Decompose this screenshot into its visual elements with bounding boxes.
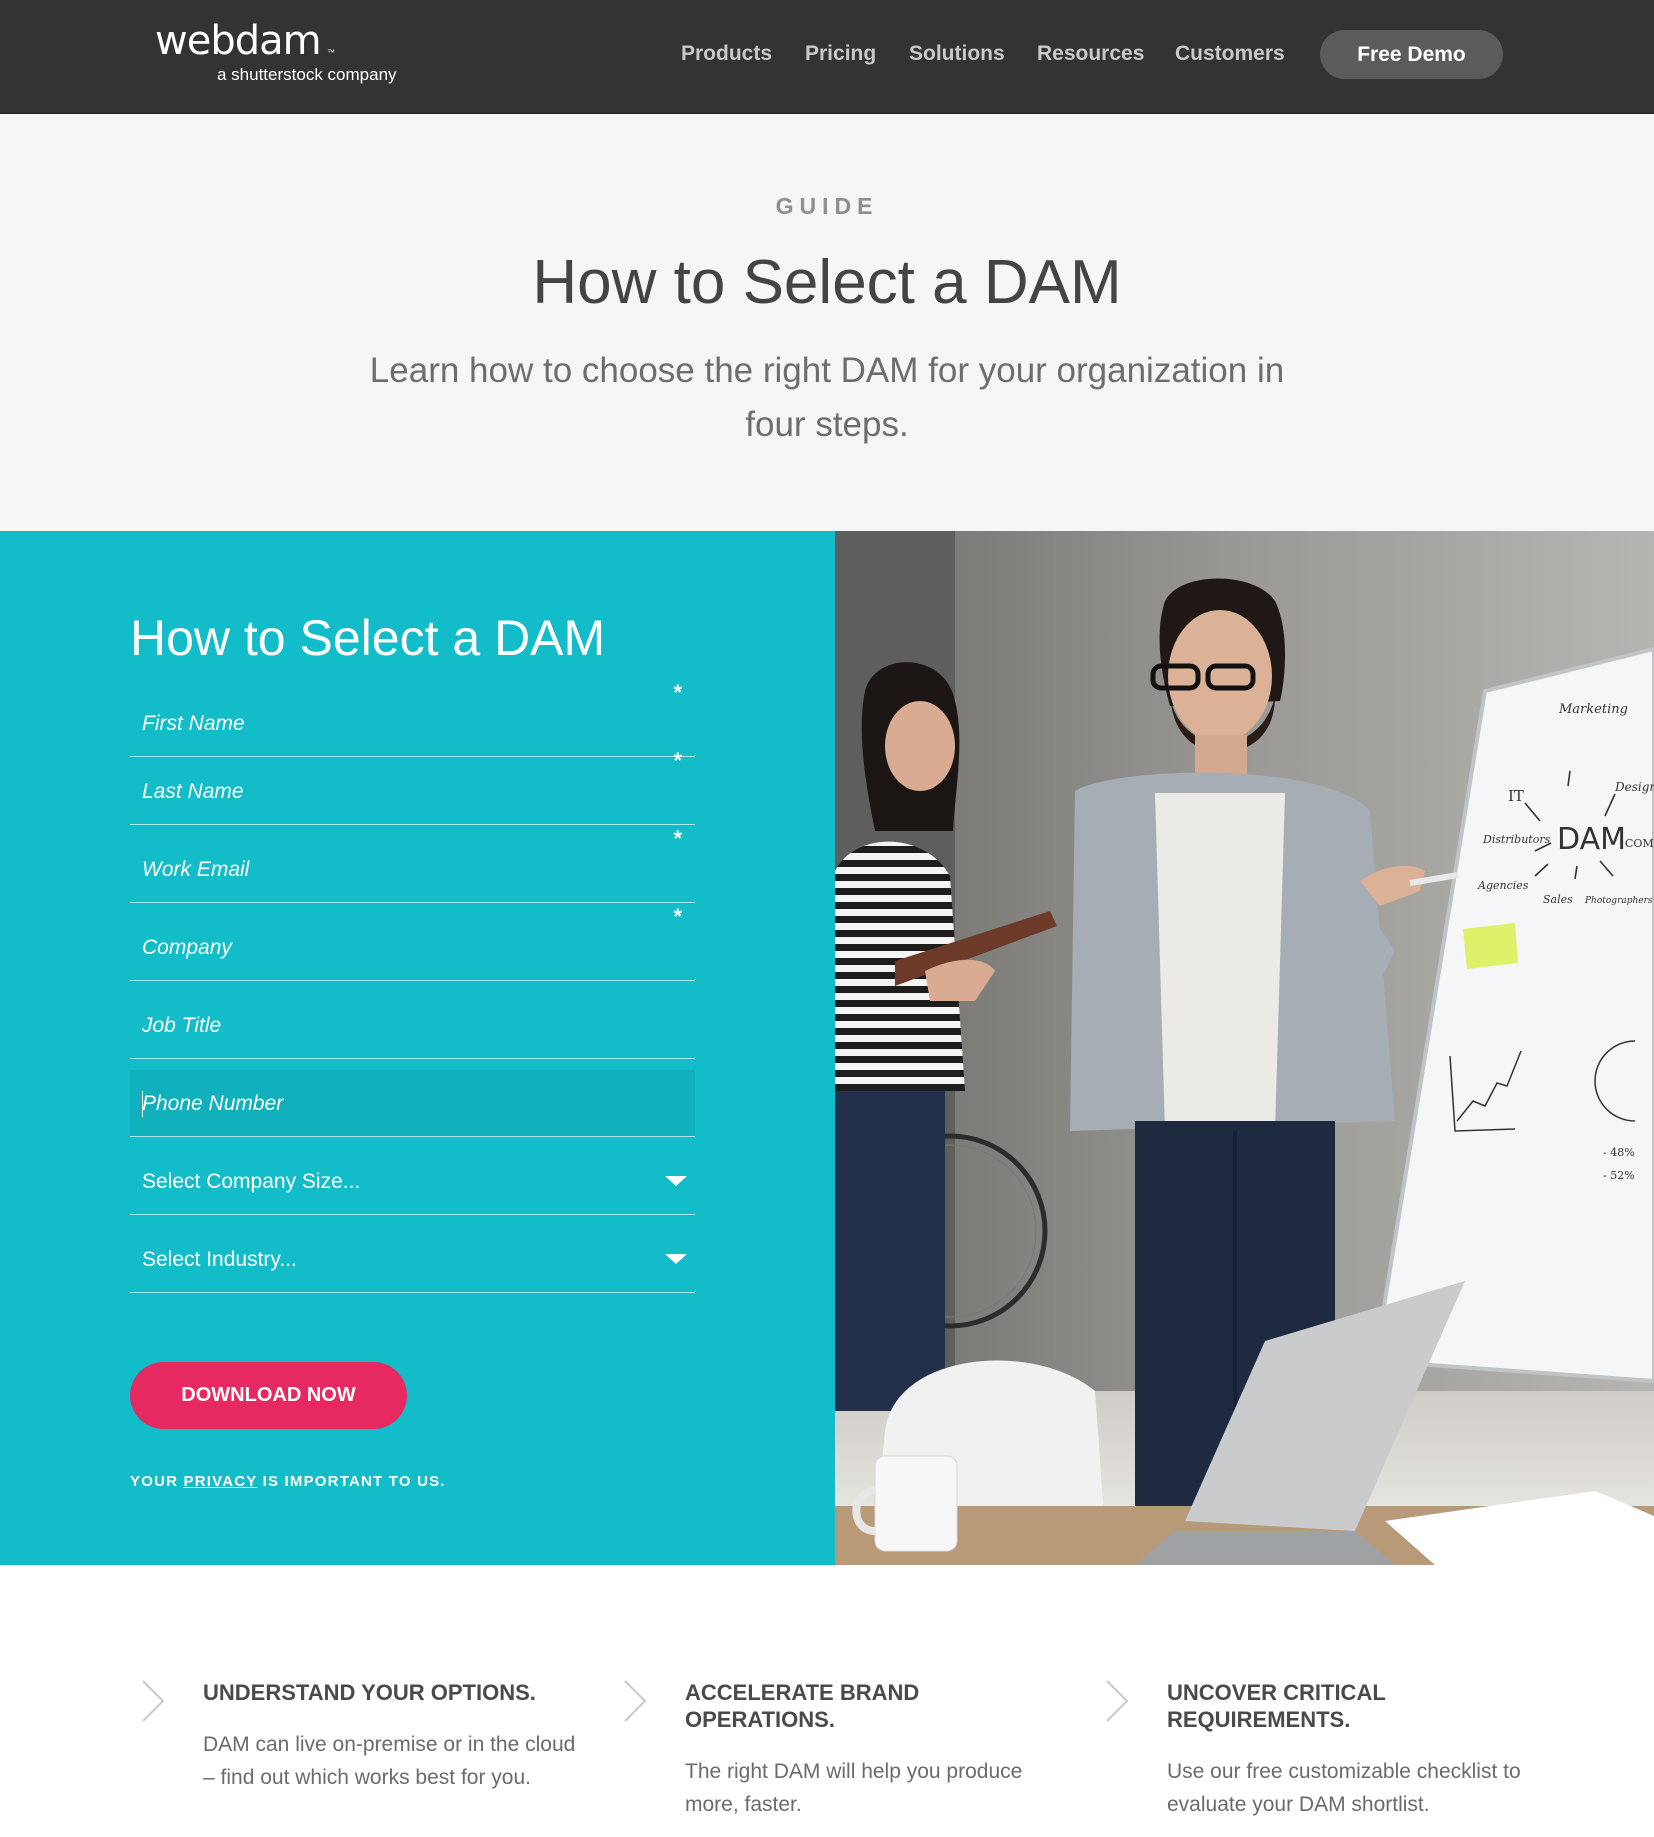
feature-body: Use our free customizable checklist to e… xyxy=(1167,1760,1521,1816)
logo-trademark: ™ xyxy=(327,48,335,57)
wb-it: IT xyxy=(1508,787,1524,805)
phone-number-field[interactable]: Phone Number xyxy=(130,1070,695,1137)
wb-sales: Sales xyxy=(1543,893,1573,906)
chevron-down-icon xyxy=(665,1254,687,1264)
wb-com: COM xyxy=(1625,837,1654,850)
nav-pricing[interactable]: Pricing xyxy=(805,42,876,66)
company-size-value: Select Company Size... xyxy=(142,1170,361,1193)
last-name-label: Last Name xyxy=(142,780,244,803)
required-marker: * xyxy=(673,680,682,705)
wb-num-52: - 52% xyxy=(1603,1169,1635,1182)
nav-solutions[interactable]: Solutions xyxy=(909,42,1005,66)
required-marker: * xyxy=(673,904,682,929)
features-section: UNDERSTAND YOUR OPTIONS. DAM can live on… xyxy=(0,1565,1654,1837)
feature-title: UNDERSTAND YOUR OPTIONS. xyxy=(203,1680,536,1705)
wb-agencies: Agencies xyxy=(1477,879,1529,892)
last-name-field[interactable]: Last Name * xyxy=(130,746,695,825)
industry-value: Select Industry... xyxy=(142,1248,297,1271)
first-name-label: First Name xyxy=(142,712,245,735)
wb-distributors: Distributors xyxy=(1482,833,1551,846)
feature-title: ACCELERATE BRAND OPERATIONS. xyxy=(685,1680,920,1732)
privacy-link[interactable]: PRIVACY xyxy=(184,1473,258,1490)
wb-photographers: Photographers xyxy=(1584,896,1653,906)
hero-subtitle: Learn how to choose the right DAM for yo… xyxy=(369,351,1285,444)
download-now-button[interactable]: DOWNLOAD NOW xyxy=(130,1362,407,1429)
wb-marketing: Marketing xyxy=(1558,702,1628,717)
nav-resources[interactable]: Resources xyxy=(1037,42,1144,66)
privacy-notice: YOUR PRIVACY IS IMPORTANT TO US. xyxy=(130,1473,446,1490)
industry-select[interactable]: Select Industry... xyxy=(130,1214,695,1293)
phone-number-label: Phone Number xyxy=(142,1092,284,1115)
hero-section: GUIDE How to Select a DAM Learn how to c… xyxy=(0,114,1654,531)
feature-body: DAM can live on-premise or in the cloud … xyxy=(203,1733,576,1789)
chevron-right-icon xyxy=(1106,1680,1129,1722)
required-marker: * xyxy=(673,748,682,773)
webdam-logo[interactable]: webdam ™ a shutterstock company xyxy=(155,18,425,88)
free-demo-button[interactable]: Free Demo xyxy=(1320,30,1503,79)
nav-products[interactable]: Products xyxy=(681,42,772,66)
chevron-right-icon xyxy=(624,1680,647,1722)
feature-body: The right DAM will help you produce more… xyxy=(685,1760,1023,1816)
download-form: How to Select a DAM First Name * Last Na… xyxy=(0,531,835,1565)
hero-photo: Marketing IT Design Distributors DAM COM… xyxy=(835,531,1654,1565)
work-email-label: Work Email xyxy=(142,858,250,881)
required-marker: * xyxy=(673,826,682,851)
chevron-right-icon xyxy=(142,1680,165,1722)
wb-design: Design xyxy=(1614,780,1654,794)
work-email-field[interactable]: Work Email * xyxy=(130,824,695,903)
company-field[interactable]: Company * xyxy=(130,902,695,981)
form-title: How to Select a DAM xyxy=(130,610,606,666)
nav-customers[interactable]: Customers xyxy=(1175,42,1285,66)
site-header: webdam ™ a shutterstock company Products… xyxy=(0,0,1654,114)
page-title: How to Select a DAM xyxy=(532,248,1122,317)
logo-wordmark: webdam xyxy=(155,18,322,64)
job-title-field[interactable]: Job Title xyxy=(130,980,695,1059)
privacy-prefix: YOUR xyxy=(130,1473,184,1490)
chevron-down-icon xyxy=(665,1176,687,1186)
company-label: Company xyxy=(142,936,232,959)
wb-dam: DAM xyxy=(1557,822,1626,857)
company-size-select[interactable]: Select Company Size... xyxy=(130,1136,695,1215)
hero-eyebrow: GUIDE xyxy=(775,193,879,219)
logo-tagline: a shutterstock company xyxy=(217,65,397,84)
feature-title: UNCOVER CRITICAL REQUIREMENTS. xyxy=(1167,1680,1386,1732)
job-title-label: Job Title xyxy=(142,1014,222,1037)
privacy-suffix: IS IMPORTANT TO US. xyxy=(257,1473,446,1490)
wb-num-48: - 48% xyxy=(1603,1146,1635,1159)
